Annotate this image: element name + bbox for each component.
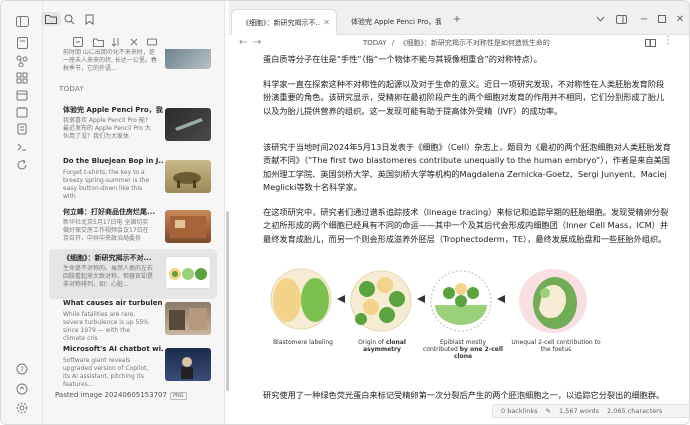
- list-item[interactable]: What causes air turbulen... While fatali…: [49, 295, 217, 345]
- caption-bold-text: by one 2-cell clone: [453, 346, 503, 360]
- sidebar-toggle-icon[interactable]: [14, 13, 30, 29]
- breadcrumb-separator: /: [391, 39, 395, 47]
- ribbon: ?: [1, 1, 43, 424]
- tab-list-icon[interactable]: [593, 12, 607, 26]
- note-list: 前时間 山に出間の化不来来时，是一座未人来来的状, 长达一公里。春秋季节，它的外…: [49, 49, 221, 394]
- note-title: 《细胞》：新研究揭示不对...: [63, 254, 152, 262]
- search-icon[interactable]: [61, 12, 77, 26]
- note-preview: Software giant reveals upgraded version …: [63, 357, 149, 388]
- note-title: Do the Bluejean Bop in J...: [63, 157, 163, 165]
- note-thumbnail: [165, 108, 211, 141]
- publish-icon[interactable]: [14, 381, 30, 397]
- figure-caption: Epiblast mostly contributed by one 2-cel…: [423, 339, 503, 360]
- list-item[interactable]: 体验完 Apple Penci Pro，我... 我很喜欢 Apple Penc…: [49, 101, 217, 151]
- tab-label: 《细胞》：新研究揭示不...: [242, 18, 320, 27]
- reading-view-icon[interactable]: [645, 38, 656, 50]
- paragraph: 在这项研究中，研究者们通过谱系追踪技术（lineage tracing）来标记和…: [263, 207, 669, 244]
- help-icon[interactable]: ?: [14, 361, 30, 377]
- reveal-file-icon[interactable]: [145, 35, 159, 49]
- tab-active[interactable]: 《细胞》：新研究揭示不... ✕: [231, 9, 337, 35]
- new-note-icon[interactable]: [14, 35, 30, 51]
- note-preview: 生命是不对称的。虽然人类的左右四肢看起来大致对称，但器官却是非对称排列，如：心脏…: [63, 265, 153, 288]
- note-thumbnail: [165, 210, 211, 243]
- note-thumbnail: [165, 348, 211, 381]
- tab-label: 体验完 Apple Penci Pro，我...: [351, 18, 441, 26]
- sync-icon[interactable]: [14, 157, 30, 173]
- note-preview: Forget t-shirts, the key to a breezy spr…: [63, 169, 150, 200]
- note-preview: 前时間 山に出間の化不来来时，是一座未人来来的状, 长达一公里。春秋季节，它的外…: [63, 49, 157, 72]
- new-note-button-icon[interactable]: [71, 35, 85, 49]
- breadcrumb: TODAY / 《细胞》：新研究揭示不对称性是如何造就生命的: [363, 38, 550, 48]
- settings-icon[interactable]: [14, 400, 30, 416]
- files-tab-icon[interactable]: [41, 12, 61, 26]
- paragraph: 该研究于当地时间2024年5月13日发表于《细胞》（Cell）杂志上，题目为《最…: [263, 142, 671, 193]
- note-title: Microsoft's AI chatbot wi...: [63, 345, 163, 353]
- close-window-icon[interactable]: ✕: [673, 12, 687, 26]
- note-editor[interactable]: 蛋白质等分子在往是“手性”（指“一个物体不能与其镜像相重合”的对称特点）。 科学…: [229, 53, 689, 404]
- app-window: ? 前时間 山に出間の化不来来时，是一座未人来来的状, 长达一公里。春秋季节，它…: [0, 0, 690, 425]
- list-item[interactable]: 何立峰：打好商品住房烂尾... 新华社北京5月17日电 全国切实做好保交房工作视…: [49, 203, 217, 253]
- figure-caption: Origin of clonal asymmetry: [345, 339, 419, 353]
- note-title: What causes air turbulen...: [63, 299, 163, 307]
- terminal-icon[interactable]: [14, 139, 30, 155]
- attachment-name: Pasted image 20240605153707: [55, 391, 167, 399]
- note-thumbnail: [165, 256, 211, 289]
- attachment-item[interactable]: Pasted image 20240605153707 PNG: [55, 391, 187, 400]
- note-title: 体验完 Apple Penci Pro，我...: [63, 106, 163, 114]
- templates-icon[interactable]: [14, 121, 30, 137]
- calendar-icon[interactable]: [14, 104, 30, 120]
- paragraph: 蛋白质等分子在往是“手性”（指“一个物体不能与其镜像相重合”的对称特点）。: [263, 54, 542, 64]
- file-sidebar: 前时間 山に出間の化不来来时，是一座未人来来的状, 长达一公里。春秋季节，它的外…: [41, 1, 225, 424]
- paragraph: 研究使用了一种绿色荧光蛋白来标记受精卵第一次分裂后产生的两个胚泡细胞之一，以追踪…: [263, 390, 665, 404]
- embedded-figure: Blastomere labeling Origin of clonal asy…: [263, 267, 665, 371]
- status-bar: 0 backlinks ✎ 1,567 words 2,065 characte…: [492, 404, 689, 418]
- sort-icon[interactable]: [109, 35, 123, 49]
- view-header: ← → TODAY / 《细胞》：新研究揭示不对称性是如何造就生命的 ⋮: [229, 35, 689, 53]
- list-item-selected[interactable]: 《细胞》：新研究揭示不对... 生命是不对称的。虽然人类的左右四肢看起来大致对称…: [49, 249, 217, 299]
- edit-mode-icon[interactable]: ✎: [546, 407, 551, 415]
- figure-caption: Blastomere labeling: [273, 339, 333, 346]
- caption-text: Origin of: [358, 339, 384, 346]
- more-options-icon[interactable]: ⋮: [663, 35, 673, 46]
- breadcrumb-folder[interactable]: TODAY: [363, 39, 387, 47]
- backlinks-count[interactable]: 0 backlinks: [501, 407, 538, 415]
- new-tab-icon[interactable]: +: [450, 12, 464, 26]
- breadcrumb-note[interactable]: 《细胞》：新研究揭示不对称性是如何造就生命的: [399, 39, 550, 47]
- note-preview: 我很喜欢 Apple Pencil Pro 能?最近发布的 Apple Penc…: [63, 117, 151, 140]
- figure-caption: Unequal 2-cell contribution to the foetu…: [511, 339, 601, 353]
- canvas-icon[interactable]: [14, 70, 30, 86]
- list-item[interactable]: 前时間 山に出間の化不来来时，是一座未人来来的状, 长达一公里。春秋季节，它的外…: [49, 49, 217, 75]
- note-preview: While fatalities are rare, severe turbul…: [63, 311, 149, 342]
- note-title: 何立峰：打好商品住房烂尾...: [63, 208, 155, 216]
- word-count: 1,567 words: [558, 407, 600, 415]
- right-sidebar-toggle-icon[interactable]: [614, 12, 628, 26]
- tab-bar: 《细胞》：新研究揭示不... ✕ 体验完 Apple Penci Pro，我..…: [229, 1, 689, 35]
- note-thumbnail: [165, 49, 211, 69]
- character-count: 2,065 characters: [607, 407, 663, 415]
- back-arrow-icon[interactable]: ←: [239, 37, 247, 48]
- sidebar-header: [41, 1, 225, 37]
- maximize-icon[interactable]: [655, 12, 669, 26]
- tab-inactive[interactable]: 体验完 Apple Penci Pro，我...: [341, 9, 451, 35]
- daily-note-icon[interactable]: [14, 87, 30, 103]
- note-thumbnail: [165, 160, 211, 193]
- svg-text:?: ?: [20, 366, 24, 374]
- section-header-today: TODAY: [59, 85, 85, 93]
- list-item[interactable]: Microsoft's AI chatbot wi... Software gi…: [49, 341, 217, 391]
- note-preview: 新华社北京5月17日电 全国切实做好保交房工作视频会议17日在京召开，中共中央政…: [63, 219, 149, 242]
- forward-arrow-icon[interactable]: →: [253, 37, 261, 48]
- file-type-badge: PNG: [169, 392, 187, 400]
- bookmark-icon[interactable]: [81, 12, 97, 26]
- new-folder-icon[interactable]: [91, 35, 105, 49]
- paragraph: 科学家一直在探索这种不对称性的起源以及对于生命的意义。近日一项研究发现，不对称性…: [263, 79, 665, 116]
- note-thumbnail: [165, 302, 211, 335]
- collapse-all-icon[interactable]: [127, 35, 141, 49]
- minimize-icon[interactable]: −: [637, 12, 651, 26]
- list-item[interactable]: Do the Bluejean Bop in J... Forget t-shi…: [49, 153, 217, 203]
- graph-icon[interactable]: [14, 53, 30, 69]
- close-icon[interactable]: ✕: [323, 18, 330, 27]
